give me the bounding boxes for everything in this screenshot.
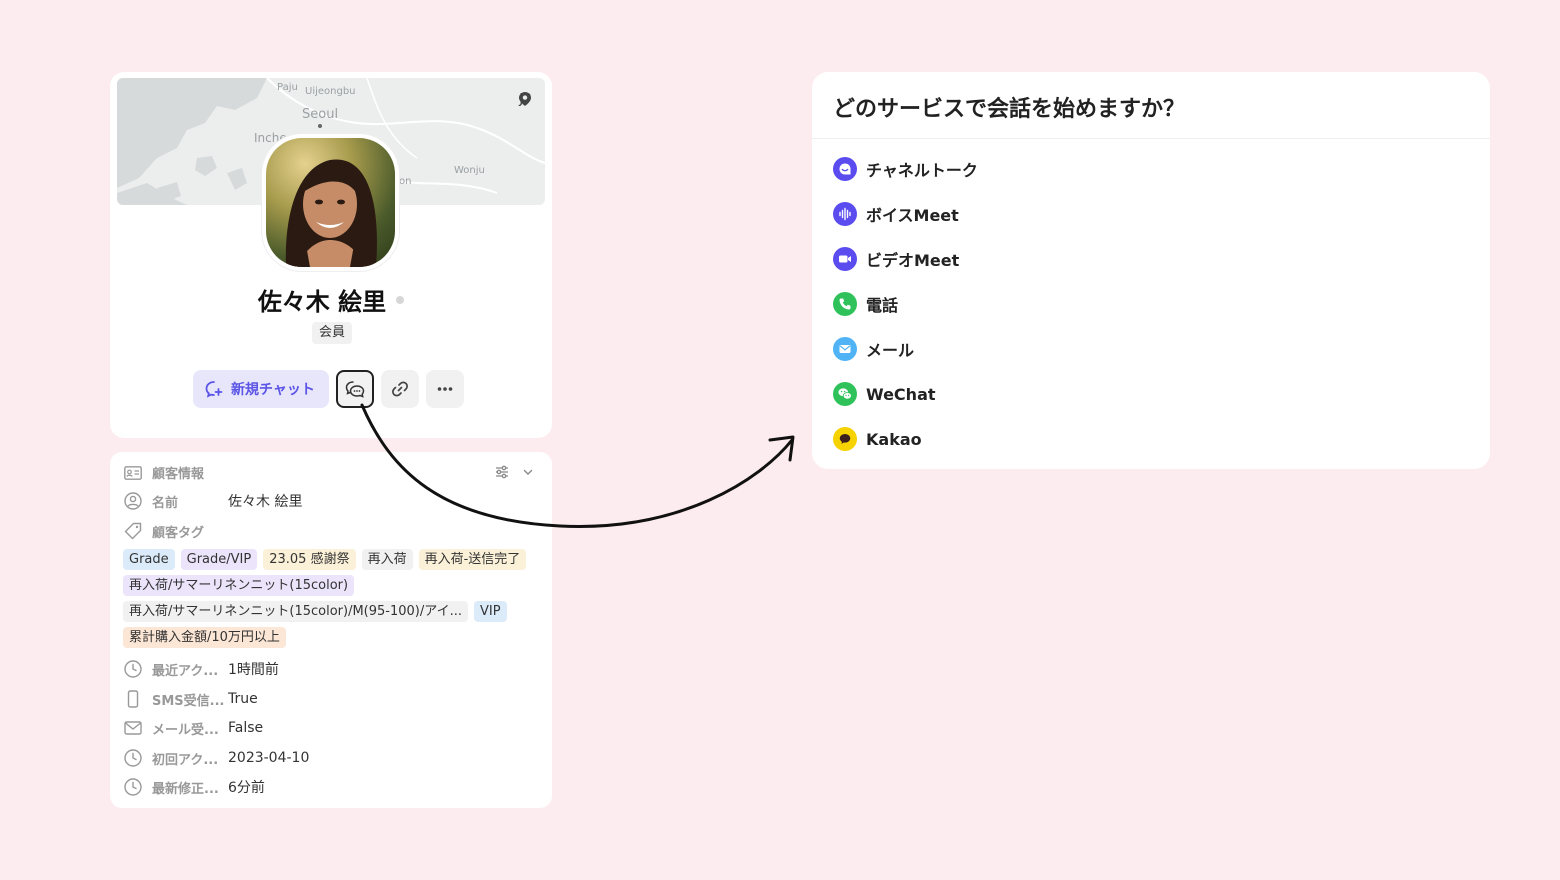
tag-line: 累計購入金額/10万円以上 (123, 627, 543, 648)
service-option-kakao[interactable]: Kakao (833, 426, 922, 452)
tag-line: 再入荷/サマーリネンニット(15color)/M(95-100)/アイ... V… (123, 601, 543, 622)
mail-label: メール受... (152, 722, 219, 738)
service-label: WeChat (866, 384, 936, 404)
tag-line: Grade Grade/VIP 23.05 感謝祭 再入荷 再入荷-送信完了 (123, 549, 543, 570)
customer-info-card: 顧客情報 名前 佐々木 絵里 顧客タグ Grade Grade/VIP 23.0… (110, 452, 552, 808)
chat-bubbles-icon (345, 381, 365, 398)
first-access-label: 初回アク... (152, 752, 219, 768)
online-status-dot (396, 296, 405, 304)
last-modified-row: 最新修正... 6分前 (124, 776, 265, 798)
service-option-phone[interactable]: 電話 (833, 291, 898, 317)
tag-line: 再入荷/サマーリネンニット(15color) (123, 575, 543, 596)
mail-icon (124, 721, 142, 735)
chevron-down-icon[interactable] (522, 466, 534, 478)
last-access-label: 最近アク... (152, 663, 219, 679)
first-access-row: 初回アク... 2023-04-10 (124, 747, 309, 769)
customer-tag[interactable]: 再入荷/サマーリネンニット(15color) (123, 575, 355, 596)
service-option-channel-talk[interactable]: チャネルトーク (833, 156, 978, 182)
customer-name: 佐々木 絵里 (257, 288, 387, 316)
service-option-wechat[interactable]: WeChat (833, 381, 936, 407)
more-horizontal-icon (437, 387, 453, 391)
clock-icon (124, 749, 142, 767)
customer-info-title: 顧客情報 (152, 467, 205, 482)
service-option-email[interactable]: メール (833, 336, 914, 362)
tag-icon (124, 522, 142, 540)
customer-name-row: 佐々木 絵里 (110, 282, 552, 317)
map-label-uijeongbu: Uijeongbu (305, 86, 356, 97)
service-label: 電話 (866, 296, 899, 315)
customer-tag[interactable]: 再入荷/サマーリネンニット(15color)/M(95-100)/アイ... (123, 601, 468, 622)
video-meet-icon (833, 247, 857, 271)
service-option-voice-meet[interactable]: ボイスMeet (833, 201, 959, 227)
new-chat-label: 新規チャット (231, 381, 315, 397)
sms-value: True (228, 691, 258, 707)
more-options-button[interactable] (425, 370, 464, 408)
start-conversation-button[interactable] (335, 370, 374, 408)
mail-row: メール受... False (124, 717, 263, 739)
map-label-paju: Paju (277, 82, 298, 93)
customer-tag[interactable]: 再入荷 (361, 549, 413, 570)
sms-row: SMS受信... True (124, 688, 258, 710)
customer-info-header: 顧客情報 (124, 463, 204, 482)
email-icon (833, 337, 857, 361)
customer-tag[interactable]: Grade (123, 549, 175, 570)
service-option-video-meet[interactable]: ビデオMeet (833, 246, 959, 272)
location-pin-icon (519, 92, 532, 106)
last-modified-value: 6分前 (228, 780, 265, 796)
clock-icon (124, 660, 142, 678)
customer-tag[interactable]: 再入荷-送信完了 (418, 549, 527, 570)
service-label: ボイスMeet (866, 206, 959, 225)
wechat-icon (833, 382, 857, 406)
profile-card: Paju Uijeongbu Seoul Incheo on Wonju JP (110, 72, 552, 438)
divider (812, 138, 1490, 139)
customer-tag[interactable]: VIP (474, 601, 507, 622)
customer-tag[interactable]: 23.05 感謝祭 (263, 549, 356, 570)
service-label: チャネルトーク (866, 161, 978, 180)
country-indicator: JP (519, 92, 532, 107)
service-picker-panel: どのサービスで会話を始めますか？ チャネルトーク ボイスMeet ビデオMeet… (812, 72, 1490, 469)
phone-icon (833, 292, 857, 316)
service-label: ビデオMeet (866, 251, 960, 270)
customer-info-tools (494, 464, 534, 480)
customer-tags: Grade Grade/VIP 23.05 感謝祭 再入荷 再入荷-送信完了 再… (123, 549, 543, 653)
map-label-seoul: Seoul (302, 107, 339, 122)
map-label-wonju: Wonju (454, 165, 485, 176)
customer-tag[interactable]: 累計購入金額/10万円以上 (123, 627, 286, 648)
settings-sliders-icon[interactable] (494, 464, 510, 480)
customer-tag[interactable]: Grade/VIP (180, 549, 258, 570)
channel-talk-icon (833, 157, 857, 181)
link-icon (391, 381, 408, 397)
avatar (262, 134, 399, 271)
sms-label: SMS受信... (152, 693, 225, 709)
service-label: メール (866, 341, 915, 360)
name-row: 名前 佐々木 絵里 (124, 490, 302, 512)
first-access-value: 2023-04-10 (228, 750, 310, 766)
last-access-row: 最近アク... 1時間前 (124, 658, 279, 680)
name-label: 名前 (152, 495, 179, 511)
tags-row: 顧客タグ (124, 520, 228, 542)
service-picker-title: どのサービスで会話を始めますか？ (833, 97, 1186, 122)
id-card-icon (124, 465, 142, 480)
profile-actions: 新規チャット (193, 370, 464, 408)
last-modified-label: 最新修正... (152, 781, 219, 797)
mail-value: False (228, 720, 264, 736)
map-label-on: on (399, 176, 412, 187)
chat-plus-icon (205, 381, 223, 398)
service-label: Kakao (866, 429, 922, 449)
voice-meet-icon (833, 202, 857, 226)
tags-label: 顧客タグ (152, 525, 205, 541)
name-value: 佐々木 絵里 (228, 494, 303, 510)
phone-device-icon (127, 690, 139, 708)
kakao-icon (833, 427, 857, 451)
member-badge: 会員 (312, 322, 353, 344)
clock-icon (124, 778, 142, 796)
user-circle-icon (124, 492, 142, 510)
last-access-value: 1時間前 (228, 662, 279, 678)
new-chat-button[interactable]: 新規チャット (193, 370, 329, 408)
copy-link-button[interactable] (380, 370, 419, 408)
